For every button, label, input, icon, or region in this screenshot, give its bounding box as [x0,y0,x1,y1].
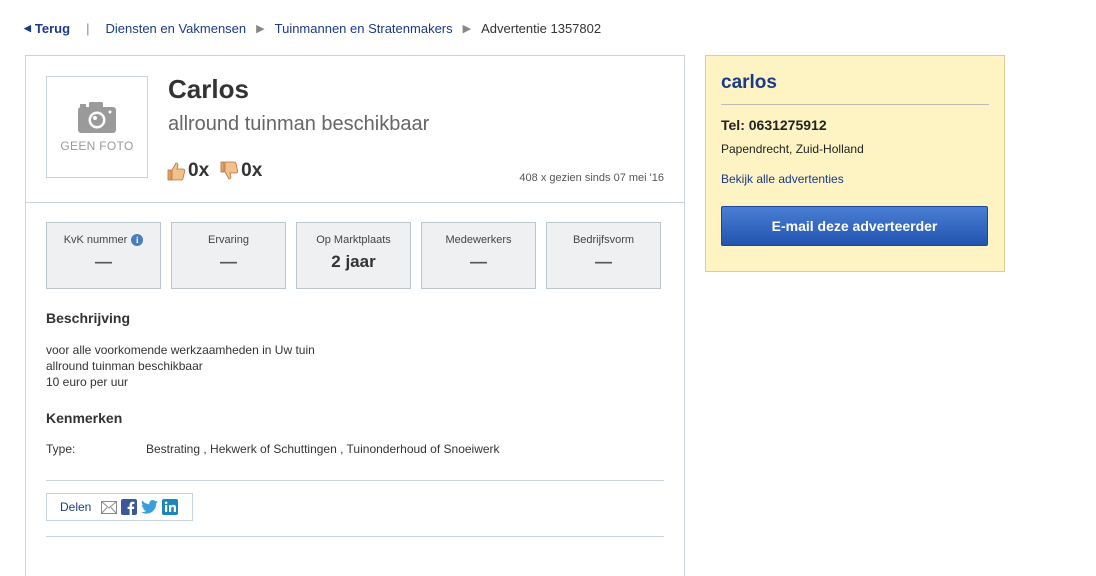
breadcrumb-arrow-icon: ▶ [256,22,265,35]
thumbs-up-icon [167,162,186,181]
seller-panel: carlos Tel: 0631275912 Papendrecht, Zuid… [705,55,1005,272]
breadcrumb-item-diensten[interactable]: Diensten en Vakmensen [105,21,246,36]
feature-type-value: Bestrating , Hekwerk of Schuttingen , Tu… [146,442,500,456]
stats-row: KvK nummer i — Ervaring — Op Marktplaats… [46,222,671,289]
ad-title: Carlos [168,74,249,104]
stat-title: KvK nummer [63,234,128,246]
linkedin-icon[interactable] [162,499,179,515]
thumbs-down-icon [220,161,239,180]
ad-panel: GEEN FOTO Carlos allround tuinman beschi… [25,55,685,576]
stat-title: Op Marktplaats [316,234,391,246]
feature-type-row: Type: Bestrating , Hekwerk of Schuttinge… [46,442,500,456]
share-box: Delen [46,493,193,521]
back-arrow-icon: ◀ [24,22,31,33]
thumbs-up-vote[interactable]: 0x [166,160,209,182]
stat-title: Medewerkers [445,234,512,246]
no-photo-label: GEEN FOTO [60,139,134,153]
breadcrumb-separator: | [86,20,90,36]
share-label: Delen [60,500,92,514]
seller-phone: Tel: 0631275912 [721,117,827,133]
email-icon[interactable] [101,500,118,514]
breadcrumb-item-tuinmannen[interactable]: Tuinmannen en Stratenmakers [275,21,453,36]
stat-value: — [470,252,487,271]
view-all-ads-link[interactable]: Bekijk alle advertenties [721,172,844,186]
description-line: allround tuinman beschikbaar [46,359,203,373]
breadcrumb-arrow-icon: ▶ [462,22,472,35]
stat-op-marktplaats: Op Marktplaats 2 jaar [296,222,411,289]
photo-placeholder: GEEN FOTO [46,76,148,178]
stat-ervaring: Ervaring — [171,222,286,289]
camera-icon [78,102,116,133]
divider [46,480,664,481]
stat-value: — [595,252,612,271]
email-advertiser-button[interactable]: E-mail deze adverteerder [721,206,988,246]
thumbs-down-vote[interactable]: 0x [219,160,262,182]
stat-kvk: KvK nummer i — [46,222,161,289]
seller-location: Papendrecht, Zuid-Holland [721,142,864,156]
breadcrumb-current: Advertentie 1357802 [481,20,602,36]
twitter-icon[interactable] [141,500,159,514]
view-count: 408 x gezien sinds 07 mei '16 [519,172,664,184]
stat-title: Ervaring [208,234,249,246]
description-heading: Beschrijving [46,310,131,326]
info-icon[interactable]: i [131,234,144,246]
facebook-icon[interactable] [121,499,138,515]
back-link[interactable]: ◀ Terug [24,21,70,36]
divider [721,104,989,105]
divider [26,202,684,203]
description-line: 10 euro per uur [46,375,129,389]
description-text: voor alle voorkomende werkzaamheden in U… [46,342,315,390]
stat-value: — [220,252,237,271]
breadcrumb: ◀ Terug | Diensten en Vakmensen ▶ Tuinma… [24,19,601,37]
stat-value: 2 jaar [331,252,376,271]
feature-type-label: Type: [46,442,76,456]
stat-medewerkers: Medewerkers — [421,222,536,289]
votes: 0x 0x [166,160,272,182]
divider [46,536,664,537]
stat-bedrijfsvorm: Bedrijfsvorm — [546,222,661,289]
stat-value: — [95,252,112,271]
ad-subtitle: allround tuinman beschikbaar [168,113,430,135]
seller-name[interactable]: carlos [721,72,777,94]
features-heading: Kenmerken [46,410,123,426]
description-line: voor alle voorkomende werkzaamheden in U… [46,343,315,357]
stat-title: Bedrijfsvorm [572,234,635,246]
